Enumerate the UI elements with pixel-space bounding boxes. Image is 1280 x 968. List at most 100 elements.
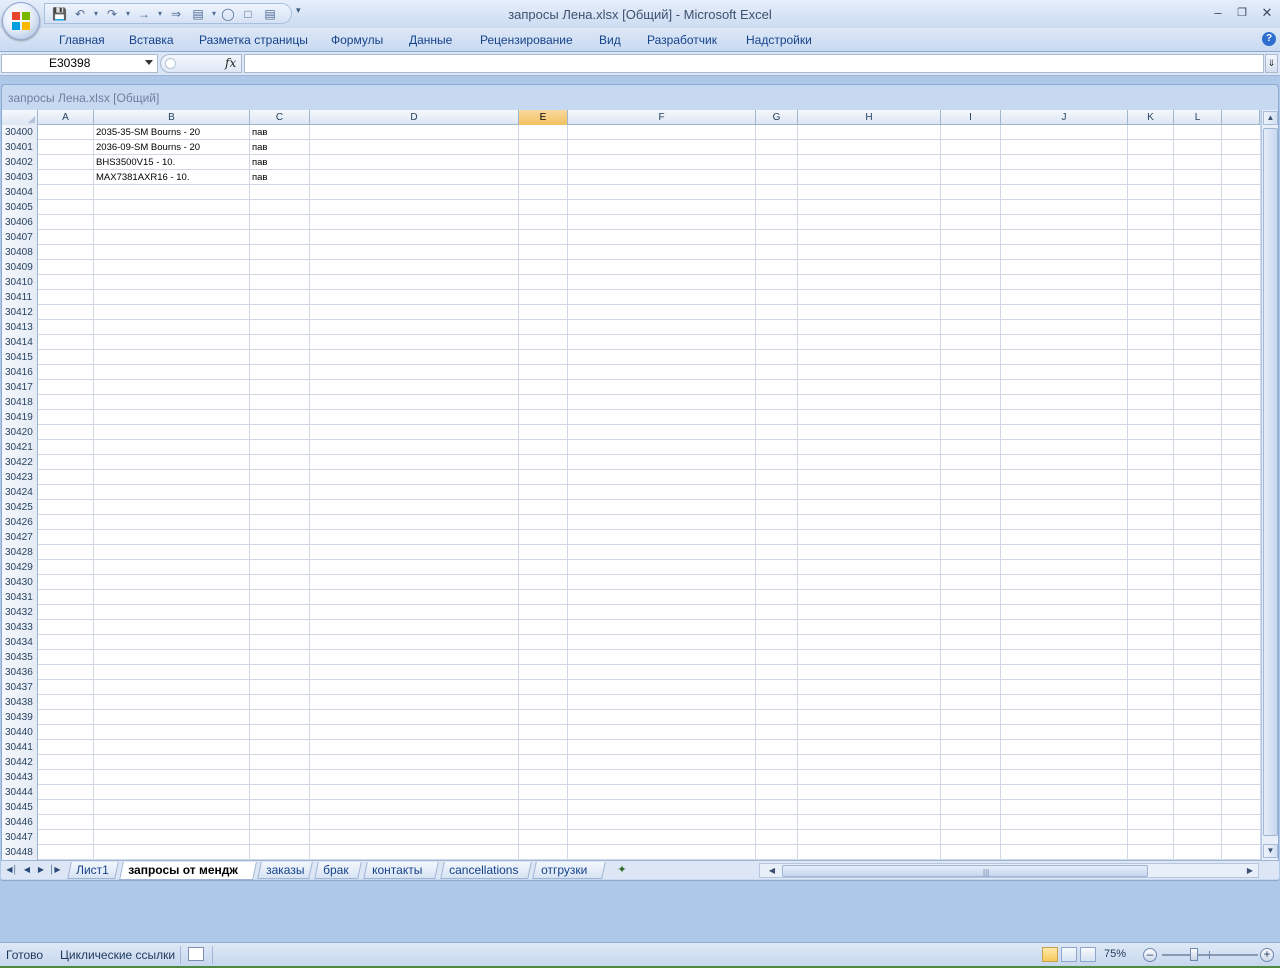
restore-icon[interactable]: ❐ [1234, 5, 1250, 21]
column-header-l[interactable]: L [1174, 110, 1222, 125]
row-header[interactable]: 30414 [2, 335, 38, 350]
close-icon[interactable]: ✕ [1259, 5, 1275, 21]
scroll-right-icon[interactable]: ▶ [1244, 865, 1256, 877]
row-header[interactable]: 30434 [2, 635, 38, 650]
row-header[interactable]: 30435 [2, 650, 38, 665]
window-icon[interactable]: □ [241, 7, 255, 21]
column-header-d[interactable]: D [310, 110, 519, 125]
forward-dropdown-icon[interactable]: ▾ [153, 7, 167, 21]
row-header[interactable]: 30412 [2, 305, 38, 320]
tab-home[interactable]: Главная [59, 33, 105, 47]
row-header[interactable]: 30415 [2, 350, 38, 365]
row-header[interactable]: 30436 [2, 665, 38, 680]
sheet-tab[interactable]: отгрузки [532, 862, 606, 879]
row-header[interactable]: 30401 [2, 140, 38, 155]
row-header[interactable]: 30403 [2, 170, 38, 185]
tab-formulas[interactable]: Формулы [331, 33, 383, 47]
row-header[interactable]: 30408 [2, 245, 38, 260]
row-header[interactable]: 30424 [2, 485, 38, 500]
row-header[interactable]: 30405 [2, 200, 38, 215]
row-header[interactable]: 30400 [2, 125, 38, 140]
row-header[interactable]: 30448 [2, 845, 38, 860]
row-header[interactable]: 30413 [2, 320, 38, 335]
row-header[interactable]: 30440 [2, 725, 38, 740]
row-header[interactable]: 30419 [2, 410, 38, 425]
cell-c[interactable]: пав [250, 125, 310, 140]
undo-icon[interactable]: ↶ [73, 7, 87, 21]
cell-b[interactable]: 2035-35-SM Bourns - 20 [94, 125, 250, 140]
row-header[interactable]: 30425 [2, 500, 38, 515]
row-header[interactable]: 30402 [2, 155, 38, 170]
arrow-icon[interactable]: ⇒ [169, 7, 183, 21]
minimize-icon[interactable]: – [1210, 5, 1226, 21]
last-sheet-icon[interactable]: │▶ [49, 864, 61, 876]
cell-c[interactable]: пав [250, 140, 310, 155]
row-header[interactable]: 30420 [2, 425, 38, 440]
zoom-in-icon[interactable]: + [1260, 948, 1274, 962]
row-header[interactable]: 30411 [2, 290, 38, 305]
status-circular-refs[interactable]: Циклические ссылки [60, 948, 175, 962]
row-header[interactable]: 30407 [2, 230, 38, 245]
sheet-tab[interactable]: запросы от мендж [119, 862, 257, 880]
customize-qat-icon[interactable]: ▾ [296, 5, 301, 16]
redo-icon[interactable]: ↷ [105, 7, 119, 21]
insert-function-icon[interactable]: fx [225, 56, 236, 70]
vertical-scroll-thumb[interactable] [1263, 128, 1278, 836]
tab-review[interactable]: Рецензирование [480, 33, 573, 47]
scroll-down-icon[interactable]: ▼ [1263, 844, 1278, 858]
spreadsheet-grid[interactable]: ABCDEFGHIJKL 30400 2035-35-SM Bourns - 20… [2, 110, 1260, 860]
horizontal-scroll-thumb[interactable]: ||| [782, 865, 1148, 877]
select-all-corner[interactable] [2, 110, 38, 125]
tab-view[interactable]: Вид [599, 33, 621, 47]
row-header[interactable]: 30410 [2, 275, 38, 290]
column-header-i[interactable]: I [941, 110, 1001, 125]
row-header[interactable]: 30432 [2, 605, 38, 620]
column-header-a[interactable]: A [38, 110, 94, 125]
row-header[interactable]: 30447 [2, 830, 38, 845]
row-header[interactable]: 30431 [2, 590, 38, 605]
cell-b[interactable]: 2036-09-SM Bourns - 20 [94, 140, 250, 155]
save-icon[interactable]: 💾 [52, 7, 67, 21]
row-header[interactable]: 30404 [2, 185, 38, 200]
row-header[interactable]: 30439 [2, 710, 38, 725]
expand-formula-bar-icon[interactable]: ⇓ [1265, 54, 1278, 73]
name-box[interactable]: E30398 [1, 54, 158, 73]
row-header[interactable]: 30445 [2, 800, 38, 815]
sheet-tab[interactable]: брак [314, 862, 362, 879]
column-header-h[interactable]: H [798, 110, 941, 125]
import-icon[interactable]: ▤ [191, 7, 205, 21]
page-break-view-icon[interactable] [1080, 947, 1096, 962]
name-box-dropdown-icon[interactable] [145, 60, 153, 65]
row-header[interactable]: 30443 [2, 770, 38, 785]
column-header-e[interactable]: E [519, 110, 568, 125]
prev-sheet-icon[interactable]: ◀ [21, 864, 33, 876]
row-header[interactable]: 30406 [2, 215, 38, 230]
horizontal-scrollbar[interactable]: ◀ ||| ▶ [759, 863, 1259, 878]
row-header[interactable]: 30446 [2, 815, 38, 830]
row-header[interactable]: 30442 [2, 755, 38, 770]
tab-developer[interactable]: Разработчик [647, 33, 717, 47]
tab-addins[interactable]: Надстройки [746, 33, 812, 47]
circle-icon[interactable]: ◯ [221, 7, 235, 21]
row-header[interactable]: 30409 [2, 260, 38, 275]
first-sheet-icon[interactable]: ◀│ [6, 864, 18, 876]
row-header[interactable]: 30421 [2, 440, 38, 455]
sheet-tab[interactable]: cancellations [440, 862, 532, 879]
sheet-tab[interactable]: Лист1 [67, 862, 119, 879]
column-header-g[interactable]: G [756, 110, 798, 125]
cell-b[interactable]: BHS3500V15 - 10. [94, 155, 250, 170]
row-header[interactable]: 30430 [2, 575, 38, 590]
row-header[interactable]: 30441 [2, 740, 38, 755]
office-button[interactable] [2, 2, 40, 40]
help-icon[interactable]: ? [1262, 32, 1276, 46]
forward-icon[interactable]: → [137, 7, 151, 21]
cell-c[interactable]: пав [250, 170, 310, 185]
column-header-j[interactable]: J [1001, 110, 1128, 125]
row-header[interactable]: 30437 [2, 680, 38, 695]
sheet-tab[interactable]: заказы [257, 862, 313, 879]
import-dropdown-icon[interactable]: ▾ [207, 7, 221, 21]
sheet-tab[interactable]: контакты [363, 862, 439, 879]
row-header[interactable]: 30428 [2, 545, 38, 560]
row-header[interactable]: 30422 [2, 455, 38, 470]
column-header-b[interactable]: B [94, 110, 250, 125]
